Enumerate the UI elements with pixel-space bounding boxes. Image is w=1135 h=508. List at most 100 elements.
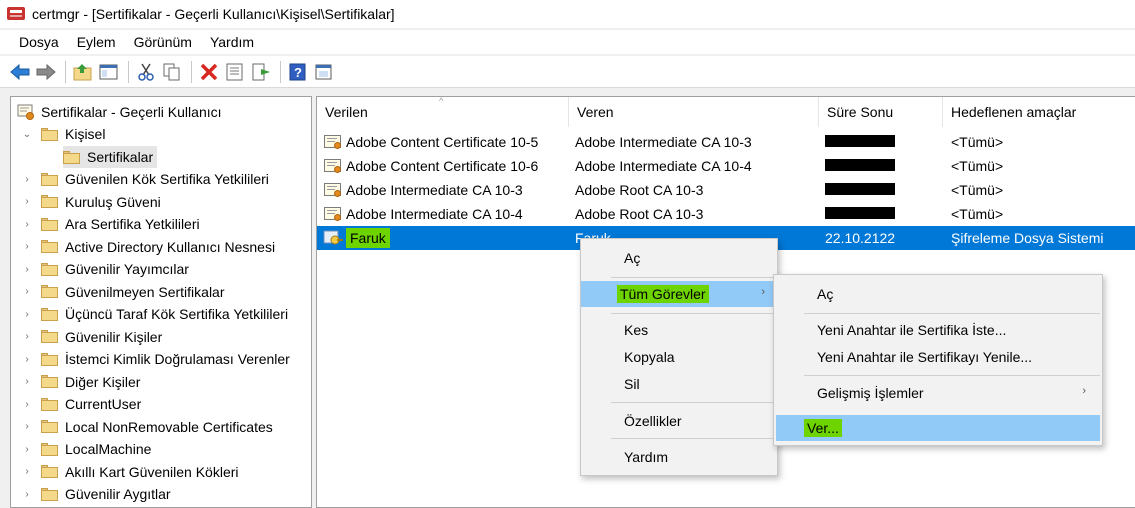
menu-separator <box>804 313 1100 314</box>
submenu-gelismis-islemler[interactable]: Gelişmiş İşlemler › <box>774 380 1102 406</box>
copy-icon[interactable] <box>160 60 184 84</box>
tree-item[interactable]: › Akıllı Kart Güvenilen Kökleri <box>21 461 238 483</box>
chevron-right-icon[interactable]: › <box>21 331 33 342</box>
chevron-right-icon[interactable]: › <box>21 421 33 432</box>
cell-sure-sonu <box>819 158 943 174</box>
chevron-down-icon[interactable]: ⌄ <box>21 129 33 140</box>
context-menu-kopyala[interactable]: Kopyala <box>581 344 777 370</box>
chevron-right-icon[interactable]: › <box>21 466 33 477</box>
tree-item[interactable]: › Local NonRemovable Certificates <box>21 416 272 438</box>
cell-hedeflenen-amaclar: <Tümü> <box>951 158 1004 174</box>
menu-separator <box>804 375 1100 376</box>
cut-icon[interactable] <box>134 60 158 84</box>
cell-veren: Adobe Root CA 10-3 <box>575 206 704 222</box>
cell-sure-sonu: 22.10.2122 <box>825 230 896 246</box>
back-arrow-icon[interactable] <box>8 60 32 84</box>
submenu-yeni-anahtar-sertifika-yenile[interactable]: Yeni Anahtar ile Sertifikayı Yenile... <box>774 344 1102 370</box>
chevron-right-icon[interactable]: › <box>21 286 33 297</box>
tree-item[interactable]: › Güvenilir Yayımcılar <box>21 258 189 280</box>
certificate-icon <box>323 134 343 150</box>
tree-root[interactable]: Sertifikalar - Geçerli Kullanıcı <box>17 101 222 123</box>
chevron-right-icon[interactable]: › <box>21 241 33 252</box>
tree-pane: Sertifikalar - Geçerli Kullanıcı ⌄ Kişis… <box>10 96 312 508</box>
column-header-sure-sonu[interactable]: Süre Sonu <box>819 97 943 127</box>
tree-item-label: Güvenilir Aygıtlar <box>65 486 171 502</box>
help-icon[interactable]: ? <box>286 60 310 84</box>
menu-dosya[interactable]: Dosya <box>10 34 68 50</box>
tree-item[interactable]: › Güvenilen Kök Sertifika Yetkilileri <box>21 168 269 190</box>
context-menu-yardim[interactable]: Yardım <box>581 444 777 470</box>
cell-veren: Adobe Intermediate CA 10-4 <box>575 158 752 174</box>
tree-item[interactable]: › Üçüncü Taraf Kök Sertifika Yetkilileri <box>21 303 288 325</box>
tree-item-kisisel[interactable]: ⌄ Kişisel <box>21 123 106 145</box>
show-hide-tree-icon[interactable] <box>97 60 121 84</box>
menu-eylem[interactable]: Eylem <box>68 34 125 50</box>
menu-gorunum[interactable]: Görünüm <box>125 34 201 50</box>
toolbar-separator <box>65 60 66 83</box>
certificate-key-icon <box>323 230 343 246</box>
tree-item[interactable]: › Active Directory Kullanıcı Nesnesi <box>21 236 275 258</box>
column-header-verilen[interactable]: ^ Verilen <box>317 97 569 127</box>
submenu-ver[interactable]: Ver... <box>776 415 1100 441</box>
tree-item-label: İstemci Kimlik Doğrulaması Verenler <box>65 351 290 367</box>
delete-icon[interactable] <box>197 60 221 84</box>
cell-sure-sonu <box>819 206 943 222</box>
forward-arrow-icon[interactable] <box>34 60 58 84</box>
cell-verilen: Faruk <box>317 228 569 248</box>
tree-item[interactable]: › Güvenilmeyen Sertifikalar <box>21 281 224 303</box>
table-row[interactable]: Adobe Intermediate CA 10-3 Adobe Root CA … <box>317 178 1135 202</box>
menu-separator <box>611 277 777 278</box>
context-menu-tum-gorevler[interactable]: Tüm Görevler › <box>581 281 777 307</box>
tree-item[interactable]: › İstemci Kimlik Doğrulaması Verenler <box>21 348 290 370</box>
tree-item-label: Diğer Kişiler <box>65 373 141 390</box>
chevron-right-icon[interactable]: › <box>21 309 33 320</box>
column-header-veren[interactable]: Veren <box>569 97 819 127</box>
export-icon[interactable] <box>249 60 273 84</box>
tree-item[interactable]: › LocalMachine <box>21 438 151 460</box>
context-menu-ozellikler[interactable]: Özellikler <box>581 408 777 434</box>
chevron-right-icon[interactable]: › <box>21 174 33 185</box>
properties-icon[interactable] <box>223 60 247 84</box>
chevron-right-icon[interactable]: › <box>21 399 33 410</box>
table-row[interactable]: Adobe Content Certificate 10-5 Adobe Inte… <box>317 130 1135 154</box>
tree-item[interactable]: › Diğer Kişiler <box>21 371 140 393</box>
cell-verilen: Adobe Intermediate CA 10-3 <box>317 182 569 198</box>
chevron-right-icon[interactable]: › <box>21 354 33 365</box>
submenu-yeni-anahtar-sertifika-iste[interactable]: Yeni Anahtar ile Sertifika İste... <box>774 317 1102 343</box>
chevron-right-icon[interactable]: › <box>21 196 33 207</box>
table-row[interactable]: Adobe Intermediate CA 10-4 Adobe Root CA … <box>317 202 1135 226</box>
chevron-right-icon[interactable]: › <box>21 489 33 500</box>
tree-item-label: Kişisel <box>65 126 106 142</box>
context-menu-kes[interactable]: Kes <box>581 317 777 343</box>
redacted-date <box>825 135 895 147</box>
chevron-right-icon: › <box>1082 385 1086 397</box>
up-folder-icon[interactable] <box>71 60 95 84</box>
chevron-right-icon[interactable]: › <box>21 219 33 230</box>
title-bar: certmgr - [Sertifikalar - Geçerli Kullan… <box>0 0 1135 28</box>
cell-sure-sonu <box>819 134 943 150</box>
submenu-ac[interactable]: Aç <box>774 281 1102 307</box>
chevron-right-icon[interactable]: › <box>21 444 33 455</box>
view-icon[interactable] <box>312 60 336 84</box>
tree-item[interactable]: › Kuruluş Güveni <box>21 191 160 213</box>
tree-item[interactable]: › Güvenilir Kişiler <box>21 326 162 348</box>
folder-icon <box>41 487 58 501</box>
cell-sure-sonu <box>819 182 943 198</box>
chevron-right-icon[interactable]: › <box>21 264 33 275</box>
folder-icon <box>41 465 58 478</box>
column-header-hedeflenen-amaclar[interactable]: Hedeflenen amaçlar <box>943 97 1135 127</box>
chevron-right-icon[interactable]: › <box>21 376 33 387</box>
certificate-icon <box>323 206 343 222</box>
folder-icon <box>41 330 58 343</box>
tree-item[interactable]: › Ara Sertifika Yetkilileri <box>21 213 199 235</box>
folder-icon <box>41 262 58 276</box>
tree-item[interactable]: › CurrentUser <box>21 393 141 415</box>
tree-item-sertifikalar[interactable]: Sertifikalar <box>63 146 158 168</box>
menu-yardim[interactable]: Yardım <box>201 34 263 50</box>
menu-bar: Dosya Eylem Görünüm Yardım <box>0 30 1135 54</box>
context-menu-ac[interactable]: Aç <box>581 245 777 271</box>
context-menu-sil[interactable]: Sil <box>581 371 777 397</box>
tree-item[interactable]: › Güvenilir Aygıtlar <box>21 483 171 505</box>
table-row[interactable]: Adobe Content Certificate 10-6 Adobe Inte… <box>317 154 1135 178</box>
tree-item-label: Üçüncü Taraf Kök Sertifika Yetkilileri <box>65 306 289 322</box>
